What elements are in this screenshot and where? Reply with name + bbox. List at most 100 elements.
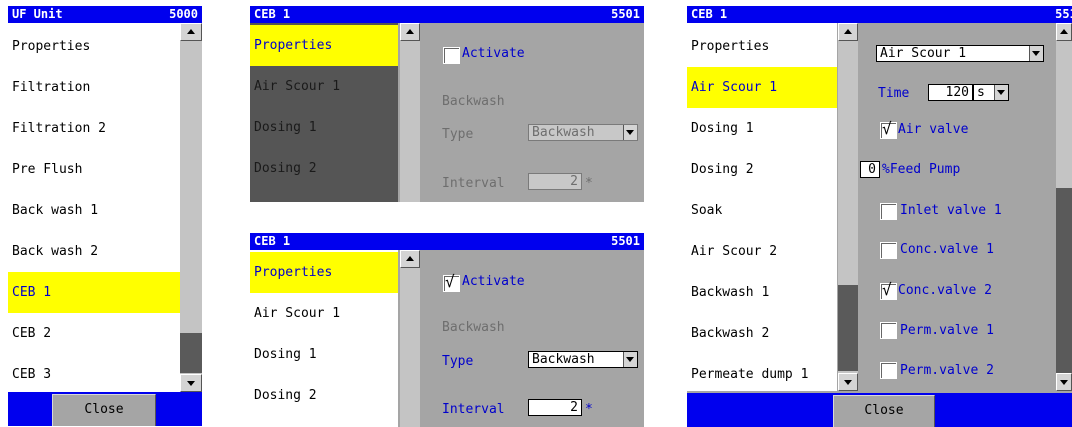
dropdown-arrow-icon (994, 85, 1008, 100)
list-item[interactable]: Back wash 2 (8, 231, 180, 272)
scroll-up-button[interactable] (400, 250, 420, 268)
perm-valve-2-checkbox[interactable] (880, 362, 897, 379)
window-number: 5501 (611, 234, 640, 248)
list-item[interactable]: Back wash 1 (8, 190, 180, 231)
window-number: 5000 (169, 7, 198, 21)
scroll-up-button[interactable] (1056, 23, 1072, 41)
step-list: Properties Air Scour 1 Dosing 1 Dosing 2 (250, 250, 398, 427)
scroll-up-button[interactable] (180, 23, 202, 41)
perm-valve-2-label: Perm.valve 2 (900, 363, 994, 378)
arrow-up-icon (844, 29, 852, 34)
list-item[interactable]: CEB 2 (8, 313, 180, 354)
list-item[interactable]: Pre Flush (8, 149, 180, 190)
check-icon: √ (445, 272, 455, 291)
list-item[interactable]: Dosing 1 (250, 107, 398, 148)
backwash-heading: Backwash (442, 320, 505, 335)
scroll-up-button[interactable] (838, 23, 858, 41)
ceb-step-window: CEB 1 5510 Properties Air Scour 1 Dosing… (687, 6, 1072, 427)
list-item[interactable]: Air Scour 1 (250, 293, 398, 334)
interval-required-marker: * (585, 176, 593, 191)
ceb-properties-window-inactive: CEB 1 5501 Properties Air Scour 1 Dosing… (250, 6, 644, 202)
list-item[interactable]: Properties (8, 26, 180, 67)
list-item[interactable]: Soak (687, 190, 837, 231)
check-icon: √ (882, 280, 892, 299)
conc-valve-2-label: Conc.valve 2 (898, 283, 992, 298)
list-item-selected[interactable]: Properties (250, 25, 398, 66)
step-mode-value: Air Scour 1 (880, 46, 967, 61)
step-list-scrollbar[interactable] (838, 23, 858, 391)
interval-input[interactable]: 2 (528, 399, 582, 416)
list-item[interactable]: Air Scour 2 (687, 231, 837, 272)
scrollbar[interactable] (400, 250, 420, 427)
list-item[interactable]: Dosing 1 (687, 108, 837, 149)
list-item[interactable]: CEB 3 (8, 354, 180, 392)
time-unit-value: s (977, 85, 985, 100)
time-input[interactable]: 120 (928, 84, 973, 101)
time-label: Time (878, 86, 910, 101)
options-scrollbar[interactable] (1056, 23, 1072, 391)
list-item[interactable]: Filtration (8, 67, 180, 108)
feed-pump-input[interactable]: 0 (860, 161, 880, 178)
scrollbar[interactable] (180, 23, 202, 392)
inlet-valve-checkbox[interactable] (880, 203, 897, 220)
scroll-thumb[interactable] (838, 285, 858, 371)
arrow-down-icon (187, 381, 195, 386)
list-item[interactable]: Dosing 2 (687, 149, 837, 190)
feed-pump-label: %Feed Pump (882, 162, 961, 177)
list-item[interactable]: Permeate dump 1 (687, 354, 837, 391)
type-label: Type (442, 354, 474, 369)
scroll-thumb[interactable] (180, 333, 202, 373)
step-list: Properties Air Scour 1 Dosing 1 Dosing 2… (687, 23, 837, 391)
arrow-down-icon (1060, 380, 1068, 385)
scroll-up-button[interactable] (400, 23, 420, 41)
list-item-selected[interactable]: CEB 1 (8, 272, 180, 313)
activate-label: Activate (462, 46, 525, 61)
type-dropdown[interactable]: Backwash (528, 351, 638, 368)
activate-checkbox[interactable] (443, 47, 460, 64)
step-list: Properties Air Scour 1 Dosing 1 Dosing 2 (250, 23, 398, 202)
scroll-down-button[interactable] (1056, 373, 1072, 391)
step-mode-dropdown[interactable]: Air Scour 1 (876, 45, 1044, 62)
title-bar: UF Unit 5000 (8, 6, 202, 23)
list-item[interactable]: Backwash 1 (687, 272, 837, 313)
list-item[interactable]: Backwash 2 (687, 313, 837, 354)
list-item-selected[interactable]: Air Scour 1 (687, 67, 837, 108)
air-valve-checkbox[interactable]: √ (880, 119, 897, 139)
arrow-down-icon (844, 380, 852, 385)
ceb-properties-window-active: CEB 1 5501 Properties Air Scour 1 Dosing… (250, 233, 644, 427)
list-item[interactable]: Dosing 1 (250, 334, 398, 375)
list-item[interactable]: Properties (687, 26, 837, 67)
type-label: Type (442, 127, 474, 142)
conc-valve-1-checkbox[interactable] (880, 242, 897, 259)
scroll-thumb[interactable] (1056, 188, 1072, 373)
perm-valve-1-checkbox[interactable] (880, 322, 897, 339)
list-item[interactable]: Dosing 2 (250, 375, 398, 416)
conc-valve-2-checkbox[interactable]: √ (880, 280, 897, 300)
interval-label: Interval (442, 402, 505, 417)
close-button[interactable]: Close (52, 394, 156, 426)
window-title: CEB 1 (691, 7, 728, 21)
scroll-down-button[interactable] (180, 374, 202, 392)
list-item[interactable]: Dosing 2 (250, 148, 398, 189)
window-title: CEB 1 (254, 234, 291, 248)
close-button[interactable]: Close (833, 395, 935, 427)
list-item[interactable]: Filtration 2 (8, 108, 180, 149)
arrow-up-icon (406, 29, 414, 34)
title-bar: CEB 1 5501 (250, 6, 644, 23)
scroll-down-button[interactable] (838, 373, 858, 391)
interval-input[interactable]: 2 (528, 173, 582, 190)
activate-checkbox[interactable]: √ (443, 272, 460, 292)
list-item-selected[interactable]: Properties (250, 252, 398, 293)
uf-unit-window: UF Unit 5000 Properties Filtration Filtr… (8, 6, 202, 426)
arrow-up-icon (187, 29, 195, 34)
conc-valve-1-label: Conc.valve 1 (900, 242, 994, 257)
time-unit-dropdown[interactable]: s (973, 84, 1009, 101)
step-list: Properties Filtration Filtration 2 Pre F… (8, 23, 180, 392)
list-item[interactable]: Air Scour 1 (250, 66, 398, 107)
type-dropdown[interactable]: Backwash (528, 124, 638, 141)
scrollbar[interactable] (400, 23, 420, 202)
perm-valve-1-label: Perm.valve 1 (900, 323, 994, 338)
interval-label: Interval (442, 176, 505, 191)
type-dropdown-value: Backwash (532, 352, 595, 367)
check-icon: √ (882, 119, 892, 138)
